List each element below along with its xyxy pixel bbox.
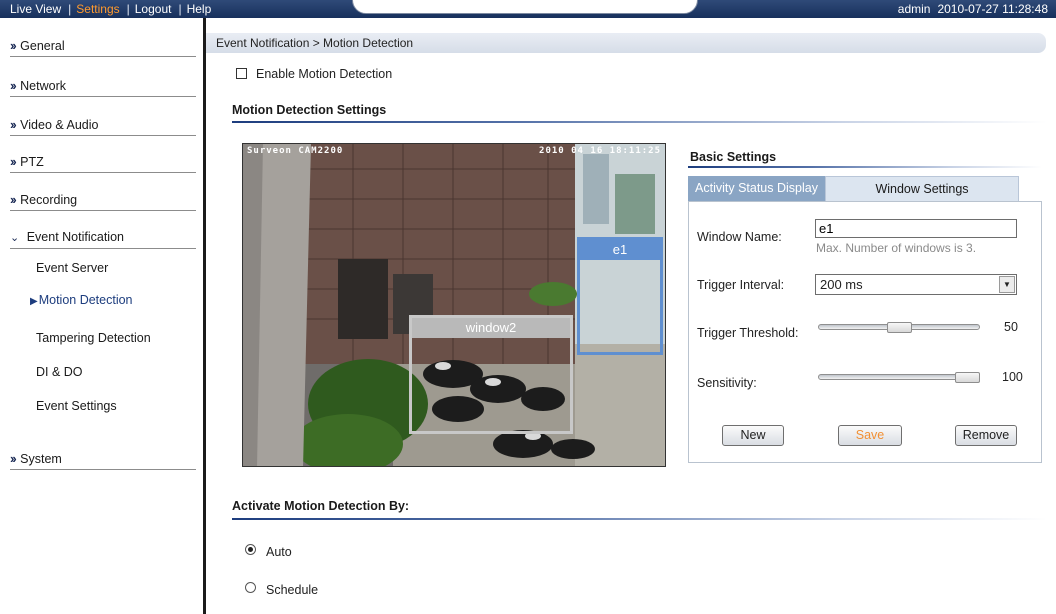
activate-auto-label[interactable]: Auto — [266, 545, 292, 559]
sensitivity-value: 100 — [1002, 370, 1023, 384]
section-title-motion-settings: Motion Detection Settings — [232, 103, 387, 117]
remove-window-button[interactable]: Remove — [955, 425, 1017, 446]
sidebar-item-label: General — [20, 39, 65, 53]
sidebar-subitem-label: Motion Detection — [38, 293, 133, 307]
activate-schedule-radio[interactable] — [245, 582, 256, 593]
trigger-interval-select[interactable]: 200 ms ▼ — [815, 274, 1017, 295]
sidebar-item-label: PTZ — [20, 155, 44, 169]
double-chevron-right-icon: ›› — [10, 38, 17, 53]
sidebar-item-network[interactable]: ›› Network — [10, 75, 196, 97]
chevron-right-icon: ▶ — [30, 296, 38, 307]
double-chevron-right-icon: ›› — [10, 192, 17, 207]
nav-live-view[interactable]: Live View — [10, 2, 61, 16]
sidebar-item-label: Recording — [20, 193, 78, 207]
tab-activity-status-display[interactable]: Activity Status Display — [688, 176, 825, 201]
motion-window-title: e1 — [580, 240, 660, 260]
trigger-threshold-value: 50 — [1004, 320, 1018, 334]
sidebar-subitem-motion-detection[interactable]: ▶Motion Detection — [30, 293, 133, 307]
motion-window-title: window2 — [412, 318, 570, 338]
double-chevron-right-icon: ›› — [10, 117, 17, 132]
sidebar-divider — [203, 18, 206, 614]
double-chevron-down-icon: ⌄ — [10, 232, 20, 244]
enable-motion-detection-label[interactable]: Enable Motion Detection — [256, 67, 392, 81]
sidebar-item-label: Network — [20, 79, 66, 93]
username: admin — [897, 2, 931, 16]
top-navigation-bar: Live View | Settings | Logout | Help admin 2010… — [0, 0, 1056, 18]
breadcrumb: Event Notification > Motion Detection — [206, 33, 1046, 53]
nav-logout[interactable]: Logout — [135, 2, 172, 16]
clock: 2010-07-27 11:28:48 — [937, 2, 1048, 16]
sidebar-subitem-event-server[interactable]: Event Server — [36, 261, 108, 275]
sidebar-item-label: Event Notification — [26, 230, 124, 244]
enable-motion-detection-checkbox[interactable] — [236, 68, 247, 79]
sensitivity-label: Sensitivity: — [697, 376, 757, 390]
trigger-threshold-slider-handle[interactable] — [887, 322, 912, 333]
double-chevron-right-icon: ›› — [10, 451, 17, 466]
sidebar-item-event-notification[interactable]: ⌄ Event Notification — [10, 227, 196, 249]
nav-help[interactable]: Help — [187, 2, 212, 16]
nav-separator: | — [126, 2, 130, 16]
window-name-label: Window Name: — [697, 230, 782, 244]
window-name-input[interactable] — [815, 219, 1017, 238]
sidebar-subitem-di-do[interactable]: DI & DO — [36, 365, 83, 379]
section-divider — [688, 166, 1042, 168]
tab-window-settings[interactable]: Window Settings — [825, 176, 1019, 201]
camera-osd-timestamp: 2010 04 16 18:11:25 — [539, 146, 661, 156]
trigger-threshold-label: Trigger Threshold: — [697, 326, 799, 340]
sidebar-item-label: System — [20, 452, 62, 466]
camera-preview[interactable]: Surveon CAM2200 2010 04 16 18:11:25 wind… — [242, 143, 666, 467]
motion-window-window2[interactable]: window2 — [409, 315, 573, 434]
sidebar-item-ptz[interactable]: ›› PTZ — [10, 151, 196, 173]
sidebar-item-video-audio[interactable]: ›› Video & Audio — [10, 114, 196, 136]
sidebar-item-system[interactable]: ›› System — [10, 448, 196, 470]
main-nav: Live View | Settings | Logout | Help — [10, 2, 213, 16]
dropdown-arrow-icon[interactable]: ▼ — [999, 276, 1015, 293]
nav-settings[interactable]: Settings — [76, 2, 119, 16]
camera-osd-label: Surveon CAM2200 — [247, 146, 344, 156]
header-tab-shape — [352, 0, 698, 14]
section-title-activate-by: Activate Motion Detection By: — [232, 499, 410, 513]
section-divider — [232, 121, 1047, 123]
section-divider — [232, 518, 1047, 520]
nav-separator: | — [68, 2, 72, 16]
sidebar-subitem-tampering-detection[interactable]: Tampering Detection — [36, 331, 151, 345]
sidebar-subitem-event-settings[interactable]: Event Settings — [36, 399, 117, 413]
double-chevron-right-icon: ›› — [10, 78, 17, 93]
new-window-button[interactable]: New — [722, 425, 784, 446]
sidebar-item-recording[interactable]: ›› Recording — [10, 189, 196, 211]
trigger-interval-value: 200 ms — [820, 277, 863, 292]
session-info: admin 2010-07-27 11:28:48 — [898, 2, 1048, 16]
sidebar-item-general[interactable]: ›› General — [10, 35, 196, 57]
sensitivity-slider-handle[interactable] — [955, 372, 980, 383]
save-button[interactable]: Save — [838, 425, 902, 446]
window-limit-hint: Max. Number of windows is 3. — [816, 241, 977, 255]
section-title-basic-settings: Basic Settings — [690, 150, 777, 164]
activate-auto-radio[interactable] — [245, 544, 256, 555]
trigger-interval-label: Trigger Interval: — [697, 278, 785, 292]
double-chevron-right-icon: ›› — [10, 154, 17, 169]
activate-schedule-label[interactable]: Schedule — [266, 583, 318, 597]
motion-window-e1[interactable]: e1 — [577, 237, 663, 355]
sidebar-item-label: Video & Audio — [20, 118, 99, 132]
sidebar: ›› General ›› Network ›› Video & Audio ›… — [0, 18, 203, 614]
nav-separator: | — [178, 2, 182, 16]
